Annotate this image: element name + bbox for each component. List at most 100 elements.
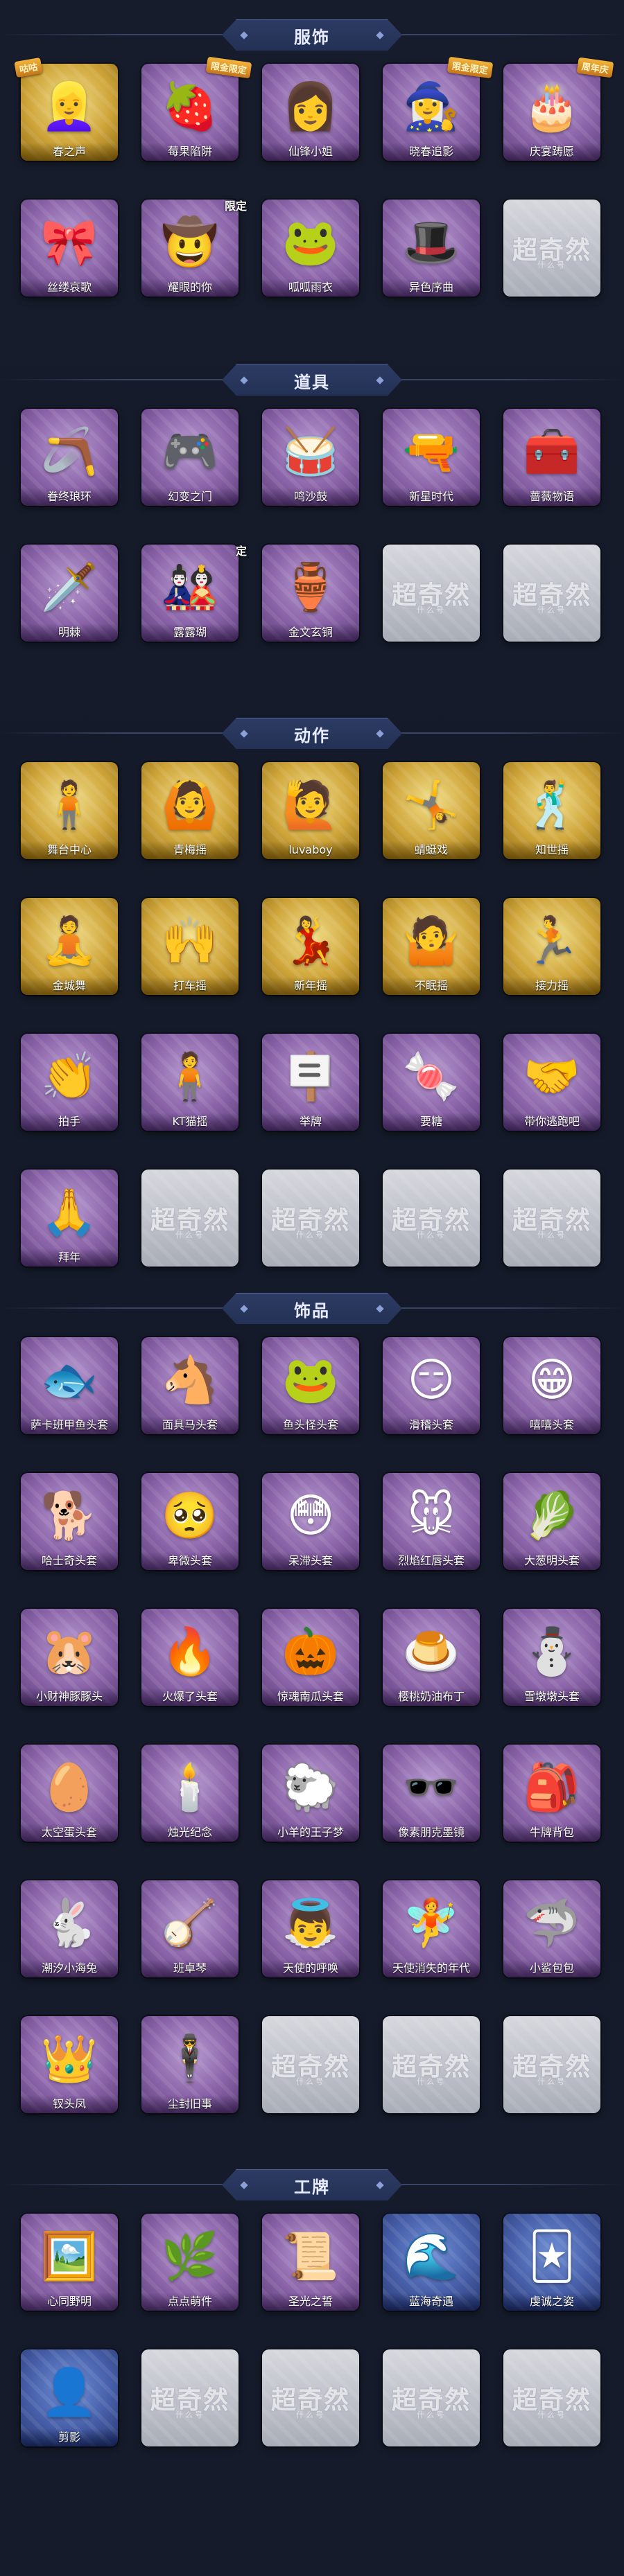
item-tile: 超奇然 什么号 [503,2016,600,2113]
item-card[interactable]: 🐹 小财神豚豚头 [21,1609,125,1713]
item-card[interactable]: 🃏 虔诚之姿 [503,2214,607,2318]
item-card[interactable]: 🥬 大葱明头套 [503,1473,607,1577]
item-label: 接力摇 [503,977,600,995]
item-card[interactable]: 📜 圣光之誓 [262,2214,366,2318]
item-image-icon: 🧰 [523,424,581,478]
item-card[interactable]: 🧍 KT猫摇 [141,1034,245,1138]
item-card[interactable]: 🪃 眷终琅环 [21,409,125,513]
item-label: 虔诚之姿 [503,2293,600,2311]
item-grid: 🪃 眷终琅环 🎮 幻变之门 🥁 鸣沙鼓 🔫 新星时代 🧰 蔷薇物语 🗡️ 明棘 🎎 露露瑚 定 🏺 金文玄铜 超奇… [14,409,616,649]
item-card[interactable]: 🪧 举牌 [262,1034,366,1138]
item-card[interactable]: 🥺 卑微头套 [141,1473,245,1577]
item-card[interactable]: 🤝 带你逃跑吧 [503,1034,607,1138]
item-card[interactable]: 😳 呆滞头套 [262,1473,366,1577]
item-card[interactable]: 🍮 樱桃奶油布丁 [383,1609,487,1713]
item-card[interactable]: 🐑 小羊的王子梦 [262,1745,366,1849]
item-card[interactable]: 🐭 烈焰红唇头套 [383,1473,487,1577]
item-card[interactable]: 🐸 呱呱雨衣 [262,200,366,303]
item-card[interactable]: 🐇 潮汐小海兔 [21,1880,125,1984]
item-card[interactable]: 🌊 蓝海奇遇 [383,2214,487,2318]
item-label: 呆滞头套 [262,1552,359,1570]
section-banner: 工牌 [222,2169,402,2200]
item-card[interactable]: 🕺 知世摇 [503,762,607,866]
item-card[interactable]: 🍓 莓果陷阱 限金限定 [141,56,252,168]
item-image-icon: 🐸 [281,1352,340,1406]
item-tile: 🐑 小羊的王子梦 [262,1745,359,1842]
item-card[interactable]: 👏 拍手 [21,1034,125,1138]
item-card[interactable]: 👼 天使的呼唤 [262,1880,366,1984]
item-card[interactable]: 🖼️ 心同野明 [21,2214,125,2318]
item-card[interactable]: 🤠 耀眼的你 限定 [141,200,247,303]
item-card[interactable]: 🙆 青梅摇 [141,762,245,866]
item-card[interactable]: 🥚 太空蛋头套 [21,1745,125,1849]
empty-slot: 超奇然 什么号 [503,2016,607,2120]
item-card[interactable]: 😏 滑稽头套 [383,1337,487,1441]
item-image-icon: 🏺 [281,560,340,614]
item-card[interactable]: 🔫 新星时代 [383,409,487,513]
item-label: 带你逃跑吧 [503,1113,600,1131]
item-card[interactable]: 🐕 哈士奇头套 [21,1473,125,1577]
item-image-icon: 🪧 [281,1049,340,1103]
item-image-icon: 🔥 [161,1624,219,1678]
item-card[interactable]: 🧘 金城舞 [21,898,125,1002]
item-image-icon: 🎩 [402,215,460,269]
item-card[interactable]: 🐴 面具马头套 [141,1337,245,1441]
item-card[interactable]: 👤 剪影 [21,2349,125,2453]
item-card[interactable]: 🥁 鸣沙鼓 [262,409,366,513]
item-image-icon: 🕺 [523,777,581,831]
item-card[interactable]: 💃 新年摇 [262,898,366,1002]
item-card[interactable]: 🏃 接力摇 [503,898,607,1002]
item-card[interactable]: 🧰 蔷薇物语 [503,409,607,513]
item-tile: 👏 拍手 [21,1034,118,1131]
item-grid: 👱‍♀️ 春之声 咕咕 🍓 莓果陷阱 限金限定 👩 仙锋小姐 🧙‍♀️ 晓春追影 限金限定 🎂 庆宴踌愿… [14,56,616,303]
item-tile: 📜 圣光之誓 [262,2214,359,2311]
item-label: 拜年 [21,1249,118,1267]
item-card[interactable]: 🙌 打车摇 [141,898,245,1002]
item-card[interactable]: 🎮 幻变之门 [141,409,245,513]
item-card[interactable]: 🎒 牛牌背包 [503,1745,607,1849]
item-card[interactable]: 🧍 舞台中心 [21,762,125,866]
item-card[interactable]: 🪕 班卓琴 [141,1880,245,1984]
item-card[interactable]: 🎎 露露瑚 定 [141,545,247,649]
item-card[interactable]: 🧙‍♀️ 晓春追影 限金限定 [383,56,494,168]
item-tile: 👱‍♀️ 春之声 [21,64,118,161]
item-card[interactable]: 🕴️ 尘封旧事 [141,2016,245,2120]
item-card[interactable]: 🎀 丝缕哀歌 [21,200,125,303]
item-label: 举牌 [262,1113,359,1131]
item-card[interactable]: 🌿 点点萌件 [141,2214,245,2318]
item-card[interactable]: 🕶️ 像素朋克墨镜 [383,1745,487,1849]
item-card[interactable]: 👑 钗头凤 [21,2016,125,2120]
item-tile: 🧰 蔷薇物语 [503,409,600,506]
item-card[interactable]: 🙏 拜年 [21,1170,125,1273]
item-card[interactable]: 🏺 金文玄铜 [262,545,366,649]
item-card[interactable]: 🐟 萨卡班甲鱼头套 [21,1337,125,1441]
item-card[interactable]: 👩 仙锋小姐 [262,64,366,168]
item-image-icon: 🔫 [402,424,460,478]
item-image-icon: 🧍 [40,777,98,831]
item-card[interactable]: 🤷 不眠摇 [383,898,487,1002]
item-image-icon: 🧚 [402,1896,460,1950]
item-card[interactable]: 🤸 蜻蜓戏 [383,762,487,866]
item-image-icon: 👑 [40,2031,98,2085]
item-label: 哈士奇头套 [21,1552,118,1570]
item-label: 雪墩墩头套 [503,1688,600,1706]
section-3: 饰品 🐟 萨卡班甲鱼头套 🐴 面具马头套 🐸 鱼头怪头套 😏 滑稽头套 😁 嘻嘻头套 🐕 哈士奇头套 🥺 卑… [0,1289,624,2113]
item-card[interactable]: 🎂 庆宴踌愿 周年庆 [503,57,614,168]
item-card[interactable]: 🦈 小鲨包包 [503,1880,607,1984]
item-card[interactable]: 🎃 惊魂南瓜头套 [262,1609,366,1713]
item-card[interactable]: 👱‍♀️ 春之声 咕咕 [14,57,125,168]
item-card[interactable]: ⛄ 雪墩墩头套 [503,1609,607,1713]
item-card[interactable]: 🧚 天使消失的年代 [383,1880,487,1984]
item-card[interactable]: 🍬 要糖 [383,1034,487,1138]
item-grid: 🧍 舞台中心 🙆 青梅摇 🙋 luvaboy 🤸 蜻蜓戏 🕺 知世摇 🧘 金城舞 🙌 打车摇 💃 新年摇 🤷 不眠… [14,762,616,1273]
item-card[interactable]: 🐸 鱼头怪头套 [262,1337,366,1441]
item-card[interactable]: 🙋 luvaboy [262,762,366,866]
item-card[interactable]: 🗡️ 明棘 [21,545,125,649]
item-card[interactable]: 🔥 火爆了头套 [141,1609,245,1713]
item-card[interactable]: 🎩 异色序曲 [383,200,487,303]
item-card[interactable]: 🕯️ 烛光纪念 [141,1745,245,1849]
item-label: 丝缕哀歌 [21,279,118,297]
item-label: 鸣沙鼓 [262,488,359,506]
item-card[interactable]: 😁 嘻嘻头套 [503,1337,607,1441]
item-label: 蓝海奇遇 [383,2293,480,2311]
